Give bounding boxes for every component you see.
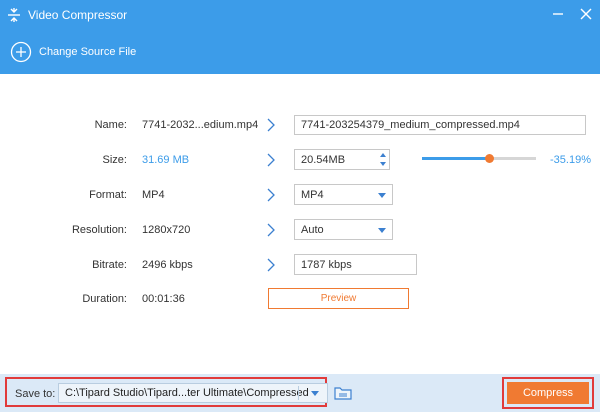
chevron-right-icon xyxy=(267,223,275,237)
source-duration-value: 00:01:36 xyxy=(142,293,185,305)
save-path-dropdown[interactable]: C:\Tipard Studio\Tipard...ter Ultimate\C… xyxy=(58,383,328,403)
stepper-down-icon[interactable] xyxy=(380,162,386,166)
plus-circle-icon xyxy=(10,41,32,63)
change-source-button[interactable]: Change Source File xyxy=(10,40,136,64)
size-percent: -35.19% xyxy=(550,154,591,166)
source-bitrate-value: 2496 kbps xyxy=(142,259,193,271)
output-name-input[interactable]: 7741-203254379_medium_compressed.mp4 xyxy=(294,115,586,135)
output-name-value: 7741-203254379_medium_compressed.mp4 xyxy=(301,119,520,131)
footer-bar: Save to: C:\Tipard Studio\Tipard...ter U… xyxy=(0,374,600,412)
close-icon[interactable] xyxy=(578,6,594,22)
save-path-value: C:\Tipard Studio\Tipard...ter Ultimate\C… xyxy=(65,387,309,399)
bitrate-label: Bitrate: xyxy=(92,259,127,271)
compress-label: Compress xyxy=(522,387,574,399)
minimize-icon[interactable] xyxy=(550,6,566,22)
source-format-value: MP4 xyxy=(142,189,165,201)
slider-thumb[interactable] xyxy=(485,154,495,163)
preview-label: Preview xyxy=(320,293,357,304)
source-resolution-value: 1280x720 xyxy=(142,224,191,236)
stepper-up-icon[interactable] xyxy=(380,153,386,157)
change-source-label: Change Source File xyxy=(39,46,137,58)
chevron-right-icon xyxy=(267,188,275,202)
triangle-down-icon xyxy=(311,391,319,396)
save-to-label: Save to: xyxy=(15,388,56,400)
chevron-right-icon xyxy=(267,153,275,167)
chevron-right-icon xyxy=(267,118,275,132)
format-label: Format: xyxy=(89,189,127,201)
output-format-value: MP4 xyxy=(301,188,324,201)
source-bar: Change Source File xyxy=(0,30,600,74)
compress-icon xyxy=(8,8,20,22)
resolution-label: Resolution: xyxy=(71,224,127,236)
title-bar: Video Compressor xyxy=(0,0,600,30)
name-label: Name: xyxy=(94,119,127,131)
compress-highlight: Compress xyxy=(502,377,594,409)
output-resolution-value: Auto xyxy=(301,223,324,236)
triangle-down-icon xyxy=(378,193,386,198)
output-bitrate-value: 1787 kbps xyxy=(301,258,352,271)
size-stepper[interactable]: 20.54MB xyxy=(294,149,390,170)
size-slider[interactable] xyxy=(422,154,536,163)
save-to-group: Save to: C:\Tipard Studio\Tipard...ter U… xyxy=(5,377,328,407)
source-name-value: 7741-2032...edium.mp4 xyxy=(142,119,259,131)
window-title: Video Compressor xyxy=(28,8,128,22)
bitrate-input[interactable]: 1787 kbps xyxy=(294,254,417,275)
duration-label: Duration: xyxy=(82,293,127,305)
dropdown-separator xyxy=(298,386,299,400)
chevron-right-icon xyxy=(267,258,275,272)
size-label: Size: xyxy=(102,154,127,166)
compress-button[interactable]: Compress xyxy=(507,382,589,404)
resolution-dropdown[interactable]: Auto xyxy=(294,219,393,240)
slider-fill xyxy=(422,157,490,160)
format-dropdown[interactable]: MP4 xyxy=(294,184,393,205)
triangle-down-icon xyxy=(378,228,386,233)
source-size-value: 31.69 MB xyxy=(142,154,190,166)
folder-icon[interactable] xyxy=(334,385,352,401)
output-size-value: 20.54MB xyxy=(301,153,346,166)
preview-button[interactable]: Preview xyxy=(268,288,409,309)
